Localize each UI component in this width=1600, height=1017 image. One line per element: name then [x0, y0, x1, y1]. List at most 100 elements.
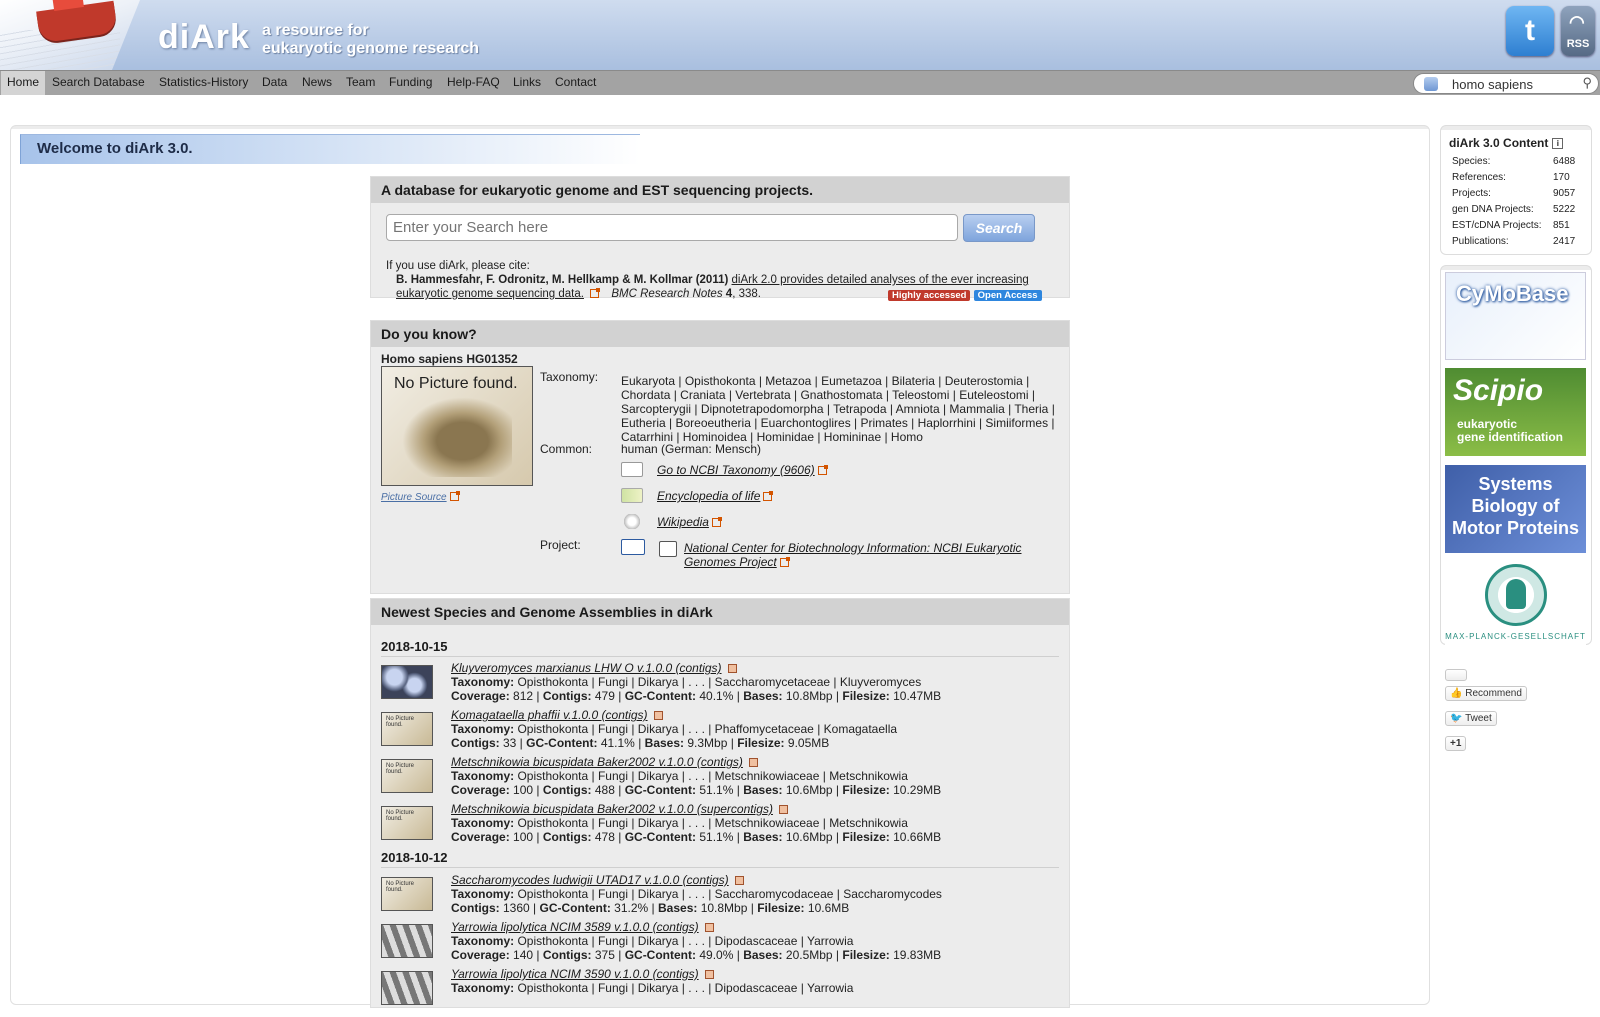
ncbi-taxonomy-link[interactable]: Go to NCBI Taxonomy (9606): [621, 462, 830, 477]
cite-paper-link-2[interactable]: eukaryotic genome sequencing data.: [396, 288, 584, 300]
external-link-icon[interactable]: [590, 288, 601, 298]
plusone-button[interactable]: +1: [1445, 736, 1467, 751]
assembly-thumbnail[interactable]: No Picture found.: [381, 877, 433, 911]
rss-button[interactable]: ◠ RSS: [1561, 6, 1595, 56]
eol-link[interactable]: Encyclopedia of life: [621, 488, 775, 503]
assembly-stats: Coverage: 100 | Contigs: 478 | GC-Conten…: [451, 830, 942, 844]
dyk-species-name[interactable]: Homo sapiens HG01352: [381, 352, 518, 366]
assembly-item: No Picture found. Saccharomycodes ludwig…: [381, 873, 1061, 923]
cite-intro: If you use diArk, please cite:: [386, 260, 530, 272]
taxonomy-line: Eutheria | Boreoeutheria | Euarchontogli…: [621, 416, 1055, 430]
nav-search-database[interactable]: Search Database: [46, 71, 151, 95]
assembly-title: Metschnikowia bicuspidata Baker2002 v.1.…: [451, 802, 773, 816]
site-brand[interactable]: diArk: [158, 18, 250, 57]
nav-help-faq[interactable]: Help-FAQ: [441, 71, 506, 95]
max-planck-banner[interactable]: MAX-PLANCK-GESELLSCHAFT: [1445, 564, 1586, 652]
systems-biology-banner[interactable]: Systems Biology of Motor Proteins: [1445, 465, 1586, 553]
external-link-icon: [817, 465, 828, 475]
assembly-stats: Contigs: 1360 | GC-Content: 31.2% | Base…: [451, 901, 850, 915]
search-button[interactable]: Search: [963, 214, 1035, 242]
details-icon[interactable]: [727, 664, 737, 673]
assembly-item: No Picture found. Komagataella phaffii v…: [381, 708, 1061, 758]
nav-team[interactable]: Team: [340, 71, 381, 95]
common-value: human (German: Mensch): [621, 442, 762, 456]
cite-paper-link[interactable]: diArk 2.0 provides detailed analyses of …: [732, 274, 1029, 286]
scipio-banner[interactable]: Scipio eukaryotic gene identification: [1445, 368, 1586, 456]
cite-paper-title-1: diArk 2.0 provides detailed analyses of …: [731, 274, 1029, 286]
assembly-title: Metschnikowia bicuspidata Baker2002 v.1.…: [451, 755, 743, 769]
assembly-thumbnail[interactable]: [381, 665, 433, 699]
details-icon[interactable]: [748, 758, 758, 767]
project-label: Project:: [540, 538, 581, 552]
stat-row: gen DNA Projects: 5222: [1452, 204, 1576, 215]
no-picture-text: No Picture found.: [394, 375, 518, 392]
search-icon[interactable]: ⚲: [1582, 75, 1592, 91]
cite-pages: , 338.: [732, 288, 761, 300]
cymobase-banner[interactable]: CyMoBase: [1445, 272, 1586, 360]
assembly-link[interactable]: Saccharomycodes ludwigii UTAD17 v.1.0.0 …: [451, 873, 744, 887]
assembly-link[interactable]: Komagataella phaffii v.1.0.0 (contigs): [451, 708, 663, 722]
twitter-button[interactable]: t: [1506, 6, 1554, 56]
ark-logo[interactable]: [0, 0, 140, 70]
external-link-icon: [763, 491, 774, 501]
wikipedia-link[interactable]: Wikipedia: [621, 514, 724, 529]
assembly-title: Komagataella phaffii v.1.0.0 (contigs): [451, 708, 648, 722]
details-icon[interactable]: [704, 970, 714, 979]
info-icon[interactable]: i: [1552, 138, 1564, 149]
tweet-button[interactable]: 🐦 Tweet: [1445, 711, 1497, 726]
nav-news[interactable]: News: [296, 71, 338, 95]
eol-icon: [621, 488, 643, 503]
nav-funding[interactable]: Funding: [383, 71, 438, 95]
taxonomy-value: Eukaryota | Opisthokonta | Metazoa | Eum…: [621, 374, 1056, 444]
recommend-button[interactable]: 👍 Recommend: [1445, 686, 1527, 701]
details-icon[interactable]: [653, 711, 663, 720]
assembly-thumbnail[interactable]: No Picture found.: [381, 712, 433, 746]
eol-link-label: Encyclopedia of life: [657, 489, 761, 503]
tagline-line-2: eukaryotic genome research: [262, 40, 479, 57]
newest-box: Newest Species and Genome Assemblies in …: [370, 598, 1070, 1008]
assembly-link[interactable]: Yarrowia lipolytica NCIM 3590 v.1.0.0 (c…: [451, 967, 714, 981]
ncbi-link-label: Go to NCBI Taxonomy (9606): [657, 463, 815, 477]
assembly-title: Yarrowia lipolytica NCIM 3590 v.1.0.0 (c…: [451, 967, 699, 981]
details-icon[interactable]: [734, 876, 744, 885]
details-icon[interactable]: [704, 923, 714, 932]
taxonomy-line: Eukaryota | Opisthokonta | Metazoa | Eum…: [621, 374, 1030, 388]
main-search-input[interactable]: [386, 214, 958, 241]
assembly-taxonomy: Taxonomy: Opisthokonta | Fungi | Dikarya…: [451, 675, 922, 689]
assembly-stats: Coverage: 140 | Contigs: 375 | GC-Conten…: [451, 948, 942, 962]
header-search-value: homo sapiens: [1452, 77, 1533, 92]
details-icon[interactable]: [778, 805, 788, 814]
stat-row: Projects: 9057: [1452, 188, 1576, 199]
species-picture[interactable]: No Picture found.: [381, 366, 533, 486]
open-access-badge: Open Access: [973, 290, 1042, 301]
tagline-line-1: a resource for: [262, 22, 369, 39]
external-link-icon: [779, 557, 790, 567]
taxonomy-text: Opisthokonta | Fungi | Dikarya | . . . |…: [517, 934, 854, 948]
assembly-link[interactable]: Kluyveromyces marxianus LHW O v.1.0.0 (c…: [451, 661, 737, 675]
assembly-thumbnail[interactable]: [381, 924, 433, 958]
nav-links[interactable]: Links: [507, 71, 547, 95]
assembly-link[interactable]: Metschnikowia bicuspidata Baker2002 v.1.…: [451, 802, 788, 816]
taxonomy-label: Taxonomy:: [540, 370, 599, 384]
assembly-thumbnail[interactable]: No Picture found.: [381, 759, 433, 793]
ncbi-project-link[interactable]: National Center for Biotechnology Inform…: [684, 541, 1022, 569]
nav-home[interactable]: Home: [1, 71, 46, 95]
taxonomy-text: Opisthokonta | Fungi | Dikarya | . . . |…: [517, 769, 908, 783]
header-search-input[interactable]: homo sapiens ⚲: [1413, 73, 1599, 94]
external-link-icon: [449, 491, 460, 501]
rss-label: RSS: [1566, 38, 1590, 50]
assembly-link[interactable]: Yarrowia lipolytica NCIM 3589 v.1.0.0 (c…: [451, 920, 714, 934]
did-you-know-box: Do you know? Homo sapiens HG01352 No Pic…: [370, 320, 1070, 594]
assembly-thumbnail[interactable]: No Picture found.: [381, 806, 433, 840]
nav-statistics-history[interactable]: Statistics-History: [153, 71, 254, 95]
project-line-2: Genomes Project: [684, 555, 777, 569]
nav-contact[interactable]: Contact: [549, 71, 602, 95]
assembly-taxonomy: Taxonomy: Opisthokonta | Fungi | Dikarya…: [451, 887, 942, 901]
no-picture-text: No Picture found.: [386, 763, 415, 775]
social-toggle-icon[interactable]: [1445, 669, 1467, 681]
assembly-link[interactable]: Metschnikowia bicuspidata Baker2002 v.1.…: [451, 755, 758, 769]
nav-data[interactable]: Data: [256, 71, 293, 95]
picture-source-link[interactable]: Picture Source: [381, 491, 462, 503]
assembly-taxonomy: Taxonomy: Opisthokonta | Fungi | Dikarya…: [451, 722, 898, 736]
search-scope-icon[interactable]: [1424, 77, 1438, 91]
